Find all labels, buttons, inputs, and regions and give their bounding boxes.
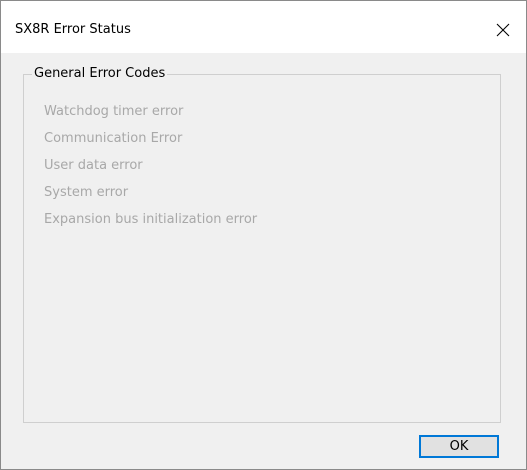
close-icon	[496, 23, 510, 37]
error-code-list: Watchdog timer error Communication Error…	[44, 104, 257, 239]
error-code-communication: Communication Error	[44, 131, 183, 146]
error-status-dialog: SX8R Error Status General Error Codes Wa…	[0, 0, 527, 470]
window-title: SX8R Error Status	[15, 22, 131, 37]
error-code-watchdog-timer: Watchdog timer error	[44, 104, 184, 119]
title-bar: SX8R Error Status	[1, 1, 526, 53]
error-code-system: System error	[44, 185, 129, 200]
close-button[interactable]	[480, 13, 526, 47]
error-code-expansion-bus: Expansion bus initialization error	[44, 212, 258, 227]
error-code-user-data: User data error	[44, 158, 143, 173]
ok-button[interactable]: OK	[419, 435, 499, 458]
groupbox-legend: General Error Codes	[32, 66, 168, 82]
